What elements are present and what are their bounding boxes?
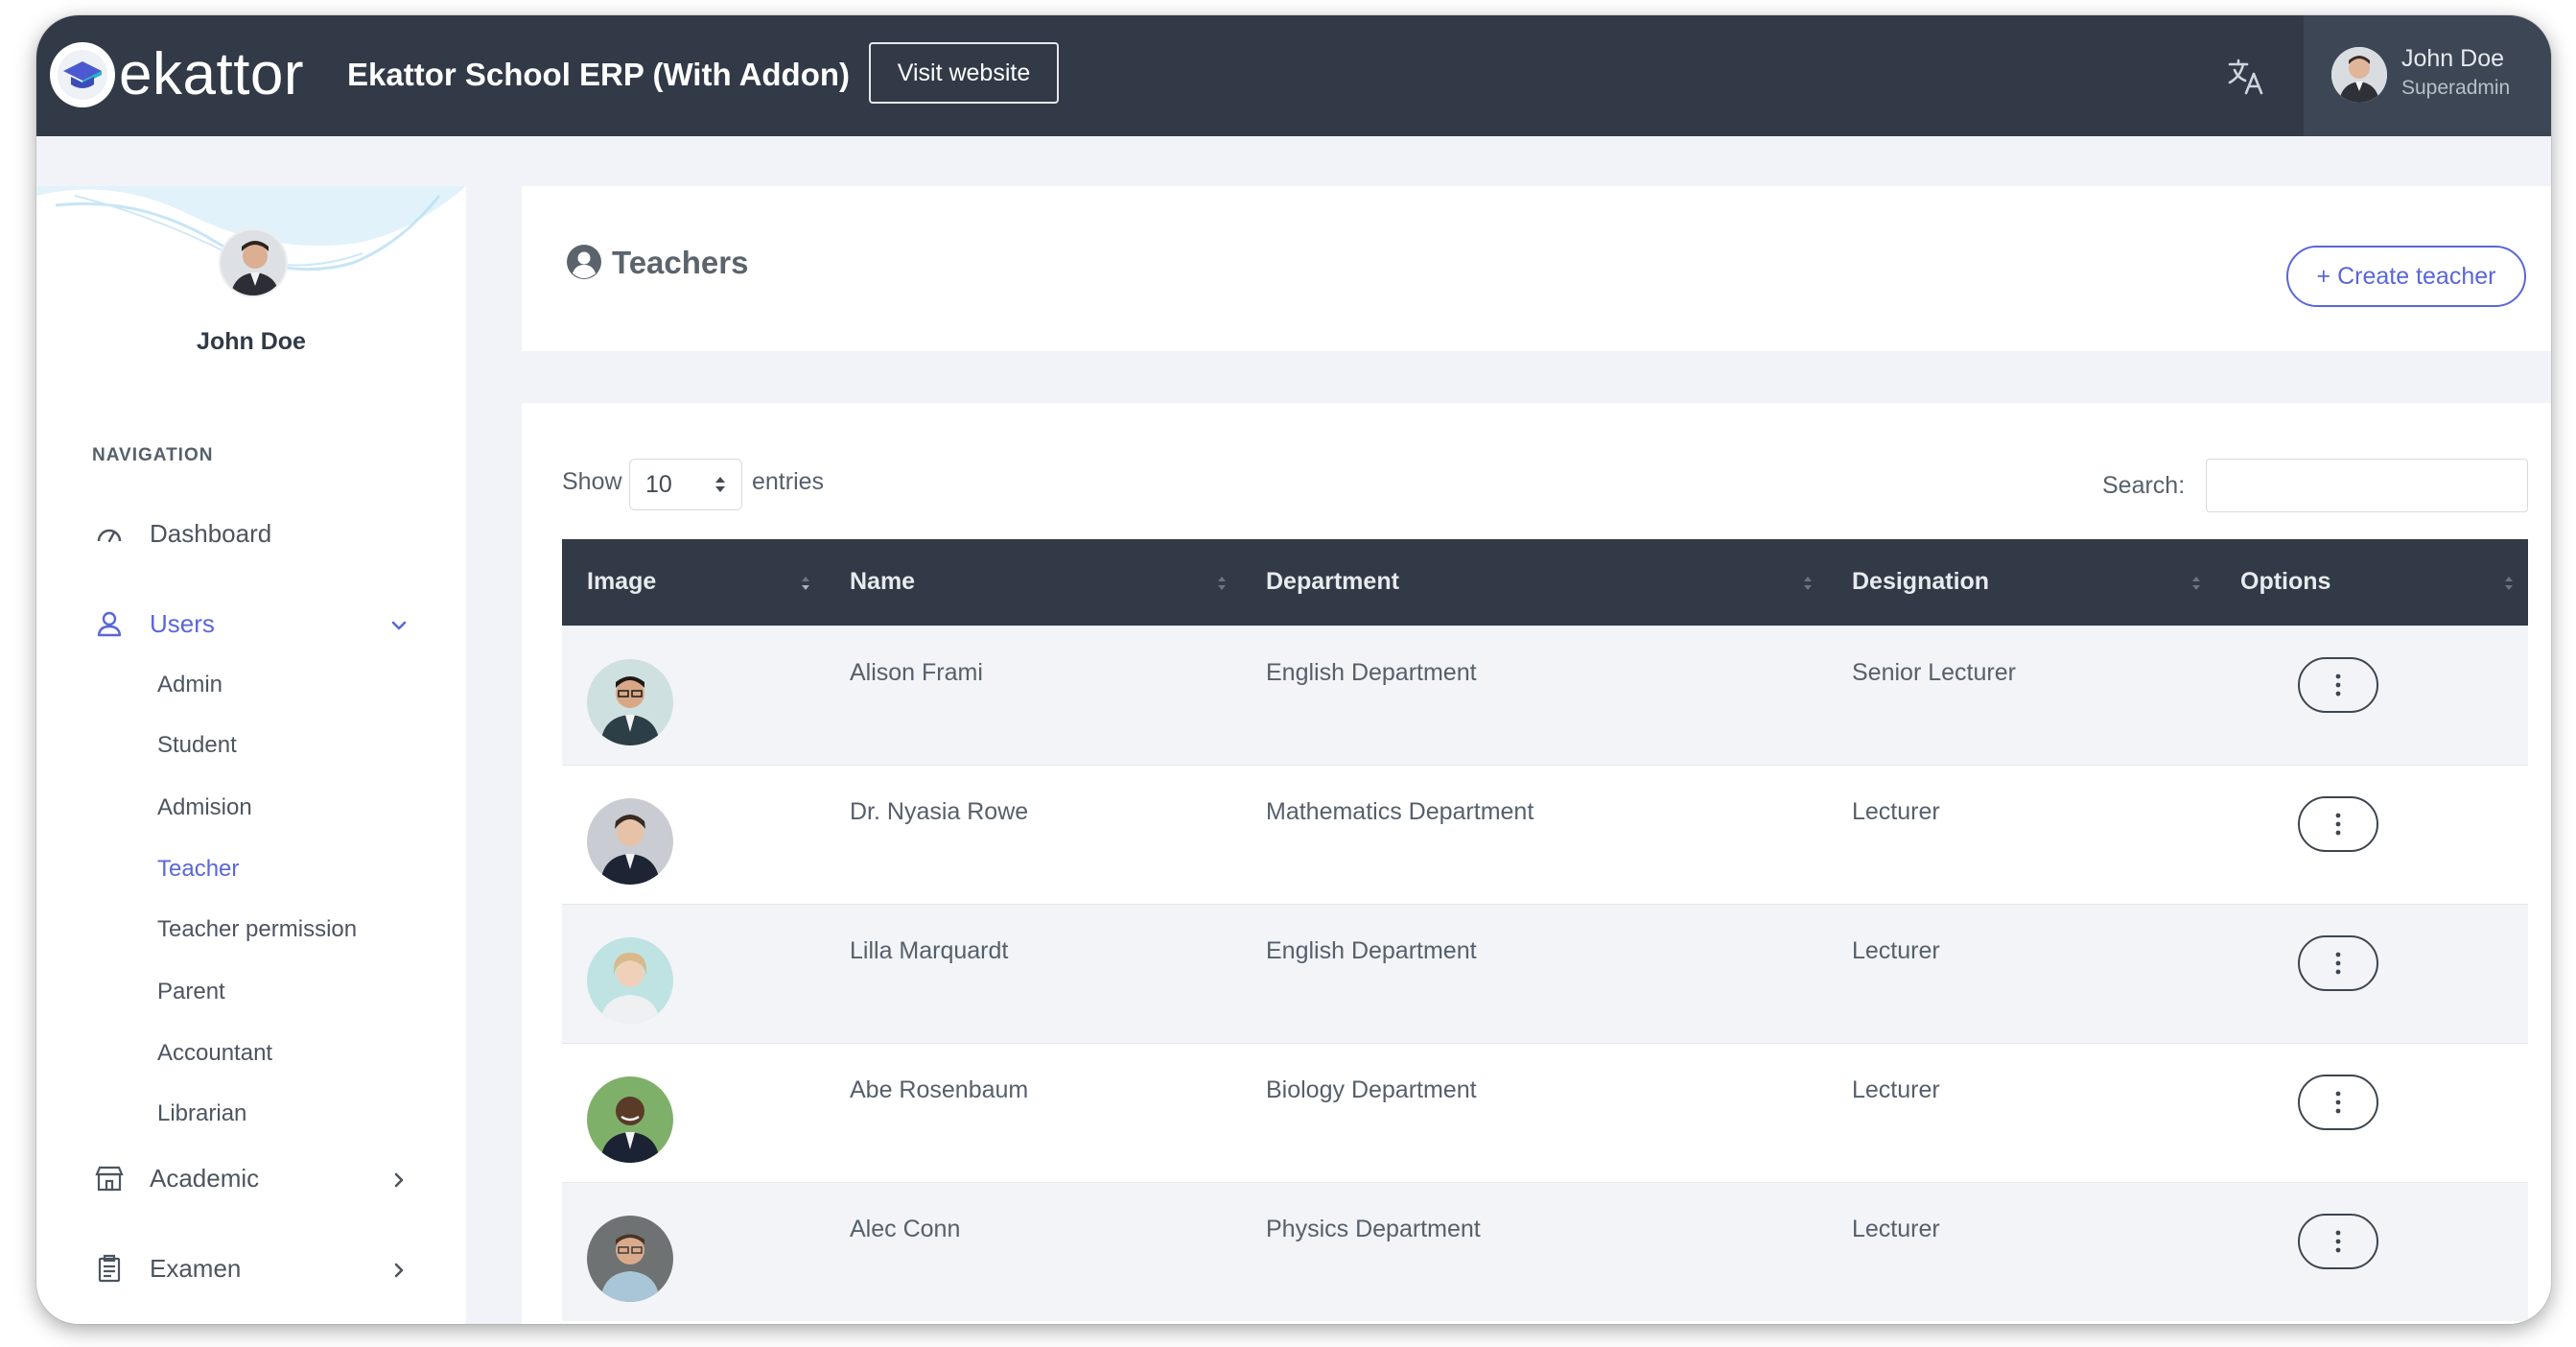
more-vertical-icon: [2335, 674, 2341, 696]
translate-icon[interactable]: [2225, 56, 2267, 98]
cell-department: Biology Department: [1266, 1075, 1477, 1103]
app-title: Ekattor School ERP (With Addon): [347, 57, 851, 92]
cell-name: Alec Conn: [850, 1215, 961, 1242]
sort-icon: [1804, 577, 1812, 590]
cell-department: Mathematics Department: [1266, 797, 1534, 825]
page-title: Teachers: [612, 245, 749, 280]
teachers-table: Image Name Department Designation Option…: [562, 539, 2528, 1321]
cell-designation: Lecturer: [1852, 1215, 1940, 1242]
table-row: Alison Frami English Department Senior L…: [562, 626, 2528, 765]
column-header-options[interactable]: Options: [2215, 539, 2528, 626]
more-vertical-icon: [2335, 813, 2341, 835]
entries-label: entries: [752, 468, 825, 495]
sidebar-item-academic[interactable]: Academic: [94, 1163, 259, 1193]
teacher-photo: [587, 1215, 673, 1302]
select-arrows-icon: [715, 477, 725, 492]
column-header-designation[interactable]: Designation: [1827, 539, 2215, 626]
cell-name: Lilla Marquardt: [850, 936, 1009, 964]
logo-text: ekattor: [119, 41, 305, 107]
sort-icon: [2505, 577, 2513, 590]
sidebar-subitem-admin[interactable]: Admin: [157, 672, 222, 698]
more-vertical-icon: [2335, 1091, 2341, 1113]
profile-avatar[interactable]: [219, 228, 288, 297]
user-role: Superadmin: [2401, 77, 2511, 99]
table-row: Alec Conn Physics Department Lecturer: [562, 1182, 2528, 1321]
sidebar: John Doe NAVIGATION Dashboard Users Admi…: [36, 186, 466, 1324]
teacher-photo: [587, 797, 673, 885]
user-circle-icon: [567, 245, 601, 279]
page-length-value: 10: [645, 471, 672, 498]
sidebar-subitem-teacher[interactable]: Teacher: [157, 856, 239, 883]
sidebar-subitem-accountant[interactable]: Accountant: [157, 1040, 272, 1067]
search-input[interactable]: [2206, 459, 2528, 512]
show-label: Show: [562, 468, 622, 495]
sort-icon: [2192, 577, 2200, 590]
chevron-right-icon[interactable]: [387, 1259, 410, 1282]
graduation-cap-icon: [50, 42, 115, 107]
brand-logo[interactable]: ekattor: [50, 42, 304, 107]
cell-designation: Lecturer: [1852, 936, 1940, 964]
visit-website-button[interactable]: Visit website: [869, 42, 1059, 104]
chevron-down-icon[interactable]: [387, 614, 410, 637]
column-header-image[interactable]: Image: [562, 539, 825, 626]
teachers-table-card: Show 10 entries Search: Image Name Depar…: [522, 403, 2551, 1324]
sidebar-item-label: Academic: [150, 1163, 260, 1193]
column-header-name[interactable]: Name: [825, 539, 1241, 626]
cell-designation: Lecturer: [1852, 797, 1940, 825]
cell-designation: Senior Lecturer: [1852, 658, 2016, 686]
top-bar: ekattor Ekattor School ERP (With Addon) …: [36, 15, 2551, 136]
search-label: Search:: [2102, 472, 2186, 499]
cell-name: Abe Rosenbaum: [850, 1075, 1029, 1103]
user-name: John Doe: [2401, 45, 2505, 72]
teacher-photo: [587, 936, 673, 1024]
row-options-button[interactable]: [2298, 656, 2378, 713]
building-icon: [95, 1166, 124, 1192]
sidebar-subitem-parent[interactable]: Parent: [157, 979, 225, 1005]
clipboard-icon: [98, 1254, 121, 1283]
speedometer-icon: [97, 529, 122, 543]
table-header-row: Image Name Department Designation Option…: [562, 539, 2528, 626]
row-options-button[interactable]: [2298, 1213, 2378, 1269]
sidebar-item-users[interactable]: Users: [94, 608, 215, 639]
table-row: Dr. Nyasia Rowe Mathematics Department L…: [562, 765, 2528, 904]
cell-department: English Department: [1266, 936, 1477, 964]
sidebar-item-dashboard[interactable]: Dashboard: [94, 518, 271, 549]
table-row: Lilla Marquardt English Department Lectu…: [562, 904, 2528, 1043]
cell-designation: Lecturer: [1852, 1075, 1940, 1103]
nav-section-title: NAVIGATION: [92, 445, 214, 465]
create-teacher-button[interactable]: + Create teacher: [2286, 246, 2526, 307]
sort-icon: [1218, 577, 1226, 590]
column-header-department[interactable]: Department: [1241, 539, 1827, 626]
cell-department: English Department: [1266, 658, 1477, 686]
app-window: ekattor Ekattor School ERP (With Addon) …: [36, 15, 2551, 1324]
sidebar-item-label: Examen: [150, 1253, 242, 1283]
teacher-photo: [587, 658, 673, 745]
sidebar-subitem-admision[interactable]: Admision: [157, 794, 252, 821]
row-options-button[interactable]: [2298, 1074, 2378, 1130]
sidebar-subitem-student[interactable]: Student: [157, 732, 237, 759]
chevron-right-icon[interactable]: [387, 1169, 410, 1192]
table-row: Abe Rosenbaum Biology Department Lecture…: [562, 1043, 2528, 1182]
avatar: [2331, 47, 2387, 103]
teacher-photo: [587, 1075, 673, 1163]
sidebar-item-label: Dashboard: [150, 518, 272, 548]
more-vertical-icon: [2335, 1230, 2341, 1252]
sort-icon: [802, 577, 809, 590]
sidebar-item-label: Users: [150, 608, 215, 638]
sidebar-subitem-teacher-permission[interactable]: Teacher permission: [157, 916, 357, 943]
profile-name: John Doe: [197, 328, 306, 355]
row-options-button[interactable]: [2298, 934, 2378, 991]
cell-department: Physics Department: [1266, 1215, 1481, 1242]
cell-name: Alison Frami: [850, 658, 983, 686]
cell-name: Dr. Nyasia Rowe: [850, 797, 1029, 825]
sidebar-subitem-librarian[interactable]: Librarian: [157, 1100, 246, 1127]
more-vertical-icon: [2335, 952, 2341, 974]
page-length-select[interactable]: 10: [629, 459, 742, 510]
page-header: Teachers + Create teacher: [522, 186, 2551, 351]
sidebar-item-examen[interactable]: Examen: [94, 1253, 241, 1284]
row-options-button[interactable]: [2298, 795, 2378, 852]
user-menu[interactable]: John Doe Superadmin: [2304, 15, 2551, 136]
user-icon: [97, 611, 122, 637]
